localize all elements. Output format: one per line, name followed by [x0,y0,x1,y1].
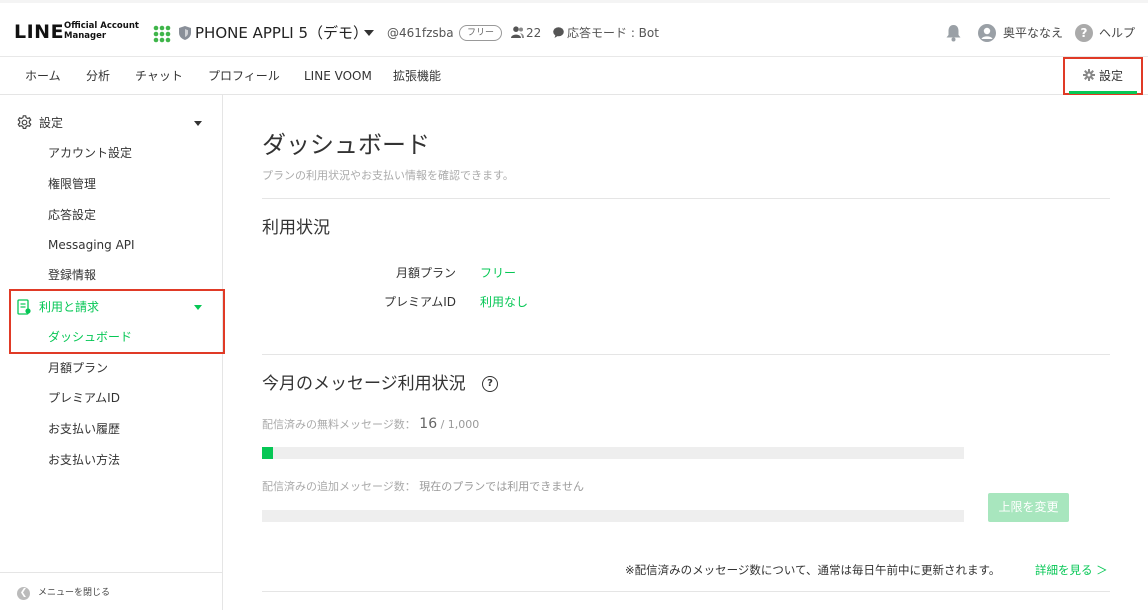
apps-grid-icon[interactable] [153,25,171,43]
main-nav: ホーム 分析 チャット プロフィール LINE VOOM 拡張機能 設定 [0,57,1148,95]
gear-icon [1083,69,1095,81]
premium-id-value[interactable]: 利用なし [480,294,528,310]
question-mark-icon[interactable]: ? [482,376,498,392]
nav-extensions[interactable]: 拡張機能 [393,68,441,84]
gear-outline-icon [17,115,32,129]
chevron-left-icon: ❮ [17,587,30,600]
page-subtitle: プランの利用状況やお支払い情報を確認できます。 [262,169,514,182]
message-usage-title: 今月のメッセージ利用状況 [262,374,466,394]
help-icon[interactable]: ? [1075,24,1093,42]
free-messages-label-text: 配信済みの無料メッセージ数： [262,418,416,431]
friends-count: 22 [526,26,542,40]
sidebar-collapse-label: メニューを閉じる [38,588,111,598]
sidebar-item-payment-method[interactable]: お支払い方法 [48,452,120,468]
nav-chat[interactable]: チャット [135,68,183,84]
additional-messages-progress-track [262,510,964,522]
change-limit-button[interactable]: 上限を変更 [988,493,1069,522]
account-dropdown-icon[interactable] [364,30,374,36]
sidebar-group-billing[interactable]: 利用と請求 [0,293,223,321]
sidebar-item-registration-info[interactable]: 登録情報 [48,267,96,283]
sidebar-group-billing-label: 利用と請求 [39,300,100,314]
chat-bubble-icon [553,27,564,38]
sidebar: 設定 アカウント設定 権限管理 応答設定 Messaging API 登録情報 … [0,95,225,610]
sidebar-group-settings[interactable]: 設定 [0,109,223,137]
sidebar-item-payment-history[interactable]: お支払い履歴 [48,421,120,437]
divider [262,354,1110,355]
free-messages-label: 配信済みの無料メッセージ数： 16 / 1,000 [262,417,479,432]
additional-messages-value: 現在のプランでは利用できません [419,480,584,493]
user-avatar-icon[interactable] [978,24,996,42]
free-messages-total: / 1,000 [437,418,480,431]
chevron-down-icon [194,121,202,126]
help-link[interactable]: ヘルプ [1099,25,1135,41]
sidebar-item-dashboard[interactable]: ダッシュボード [48,329,132,345]
sidebar-item-monthly-plan[interactable]: 月額プラン [48,360,108,376]
bell-icon[interactable] [945,24,962,42]
divider [262,198,1110,199]
nav-home[interactable]: ホーム [25,68,61,84]
sidebar-group-settings-label: 設定 [39,116,64,130]
logo-subtitle: Official Account Manager [64,21,139,41]
document-icon [17,299,31,315]
plan-badge: フリー [459,25,503,41]
account-name[interactable]: PHONE APPLI 5（デモ） [195,23,368,43]
nav-line-voom[interactable]: LINE VOOM [304,68,372,84]
additional-messages-label-text: 配信済みの追加メッセージ数： [262,480,416,493]
response-mode[interactable]: 応答モード : Bot [567,25,659,41]
monthly-plan-value[interactable]: フリー [480,265,516,281]
main-content: ダッシュボード プランの利用状況やお支払い情報を確認できます。 利用状況 月額プ… [262,95,1110,610]
active-tab-underline [1069,91,1137,94]
account-id: @461fzsba [387,26,454,40]
details-link[interactable]: 詳細を見る ＞ [1035,563,1108,578]
sidebar-item-response-settings[interactable]: 応答設定 [48,207,96,223]
nav-analytics[interactable]: 分析 [86,68,110,84]
divider [262,591,1110,592]
free-messages-progress-fill [262,447,274,459]
logo-subtitle-line-2: Manager [64,30,107,41]
nav-profile[interactable]: プロフィール [208,68,280,84]
sidebar-item-permissions[interactable]: 権限管理 [48,176,96,192]
free-messages-used: 16 [419,416,438,432]
page-title: ダッシュボード [262,131,430,159]
sidebar-item-premium-id[interactable]: プレミアムID [48,390,120,406]
friends-icon [511,26,524,38]
usage-section-title: 利用状況 [262,218,330,238]
browser-edge [0,0,1148,3]
tab-settings-label: 設定 [1099,69,1124,83]
sidebar-item-messaging-api[interactable]: Messaging API [48,237,135,253]
premium-id-label: プレミアムID [384,295,456,309]
additional-messages-label: 配信済みの追加メッセージ数： 現在のプランでは利用できません [262,480,584,494]
line-logo[interactable]: LINE [14,21,64,43]
chevron-down-icon [194,305,202,310]
shield-icon [179,26,191,40]
sidebar-collapse[interactable]: ❮ メニューを閉じる [0,572,222,610]
update-note: ※配信済みのメッセージ数について、通常は毎日午前中に更新されます。 [625,563,1001,577]
user-name[interactable]: 奥平ななえ [1003,25,1063,41]
tab-settings[interactable]: 設定 [1063,57,1143,95]
sidebar-item-account-settings[interactable]: アカウント設定 [48,145,132,161]
monthly-plan-label: 月額プラン [395,266,456,280]
free-messages-progress-track [262,447,964,459]
top-header: LINE Official Account Manager PHONE APPL… [0,0,1148,57]
